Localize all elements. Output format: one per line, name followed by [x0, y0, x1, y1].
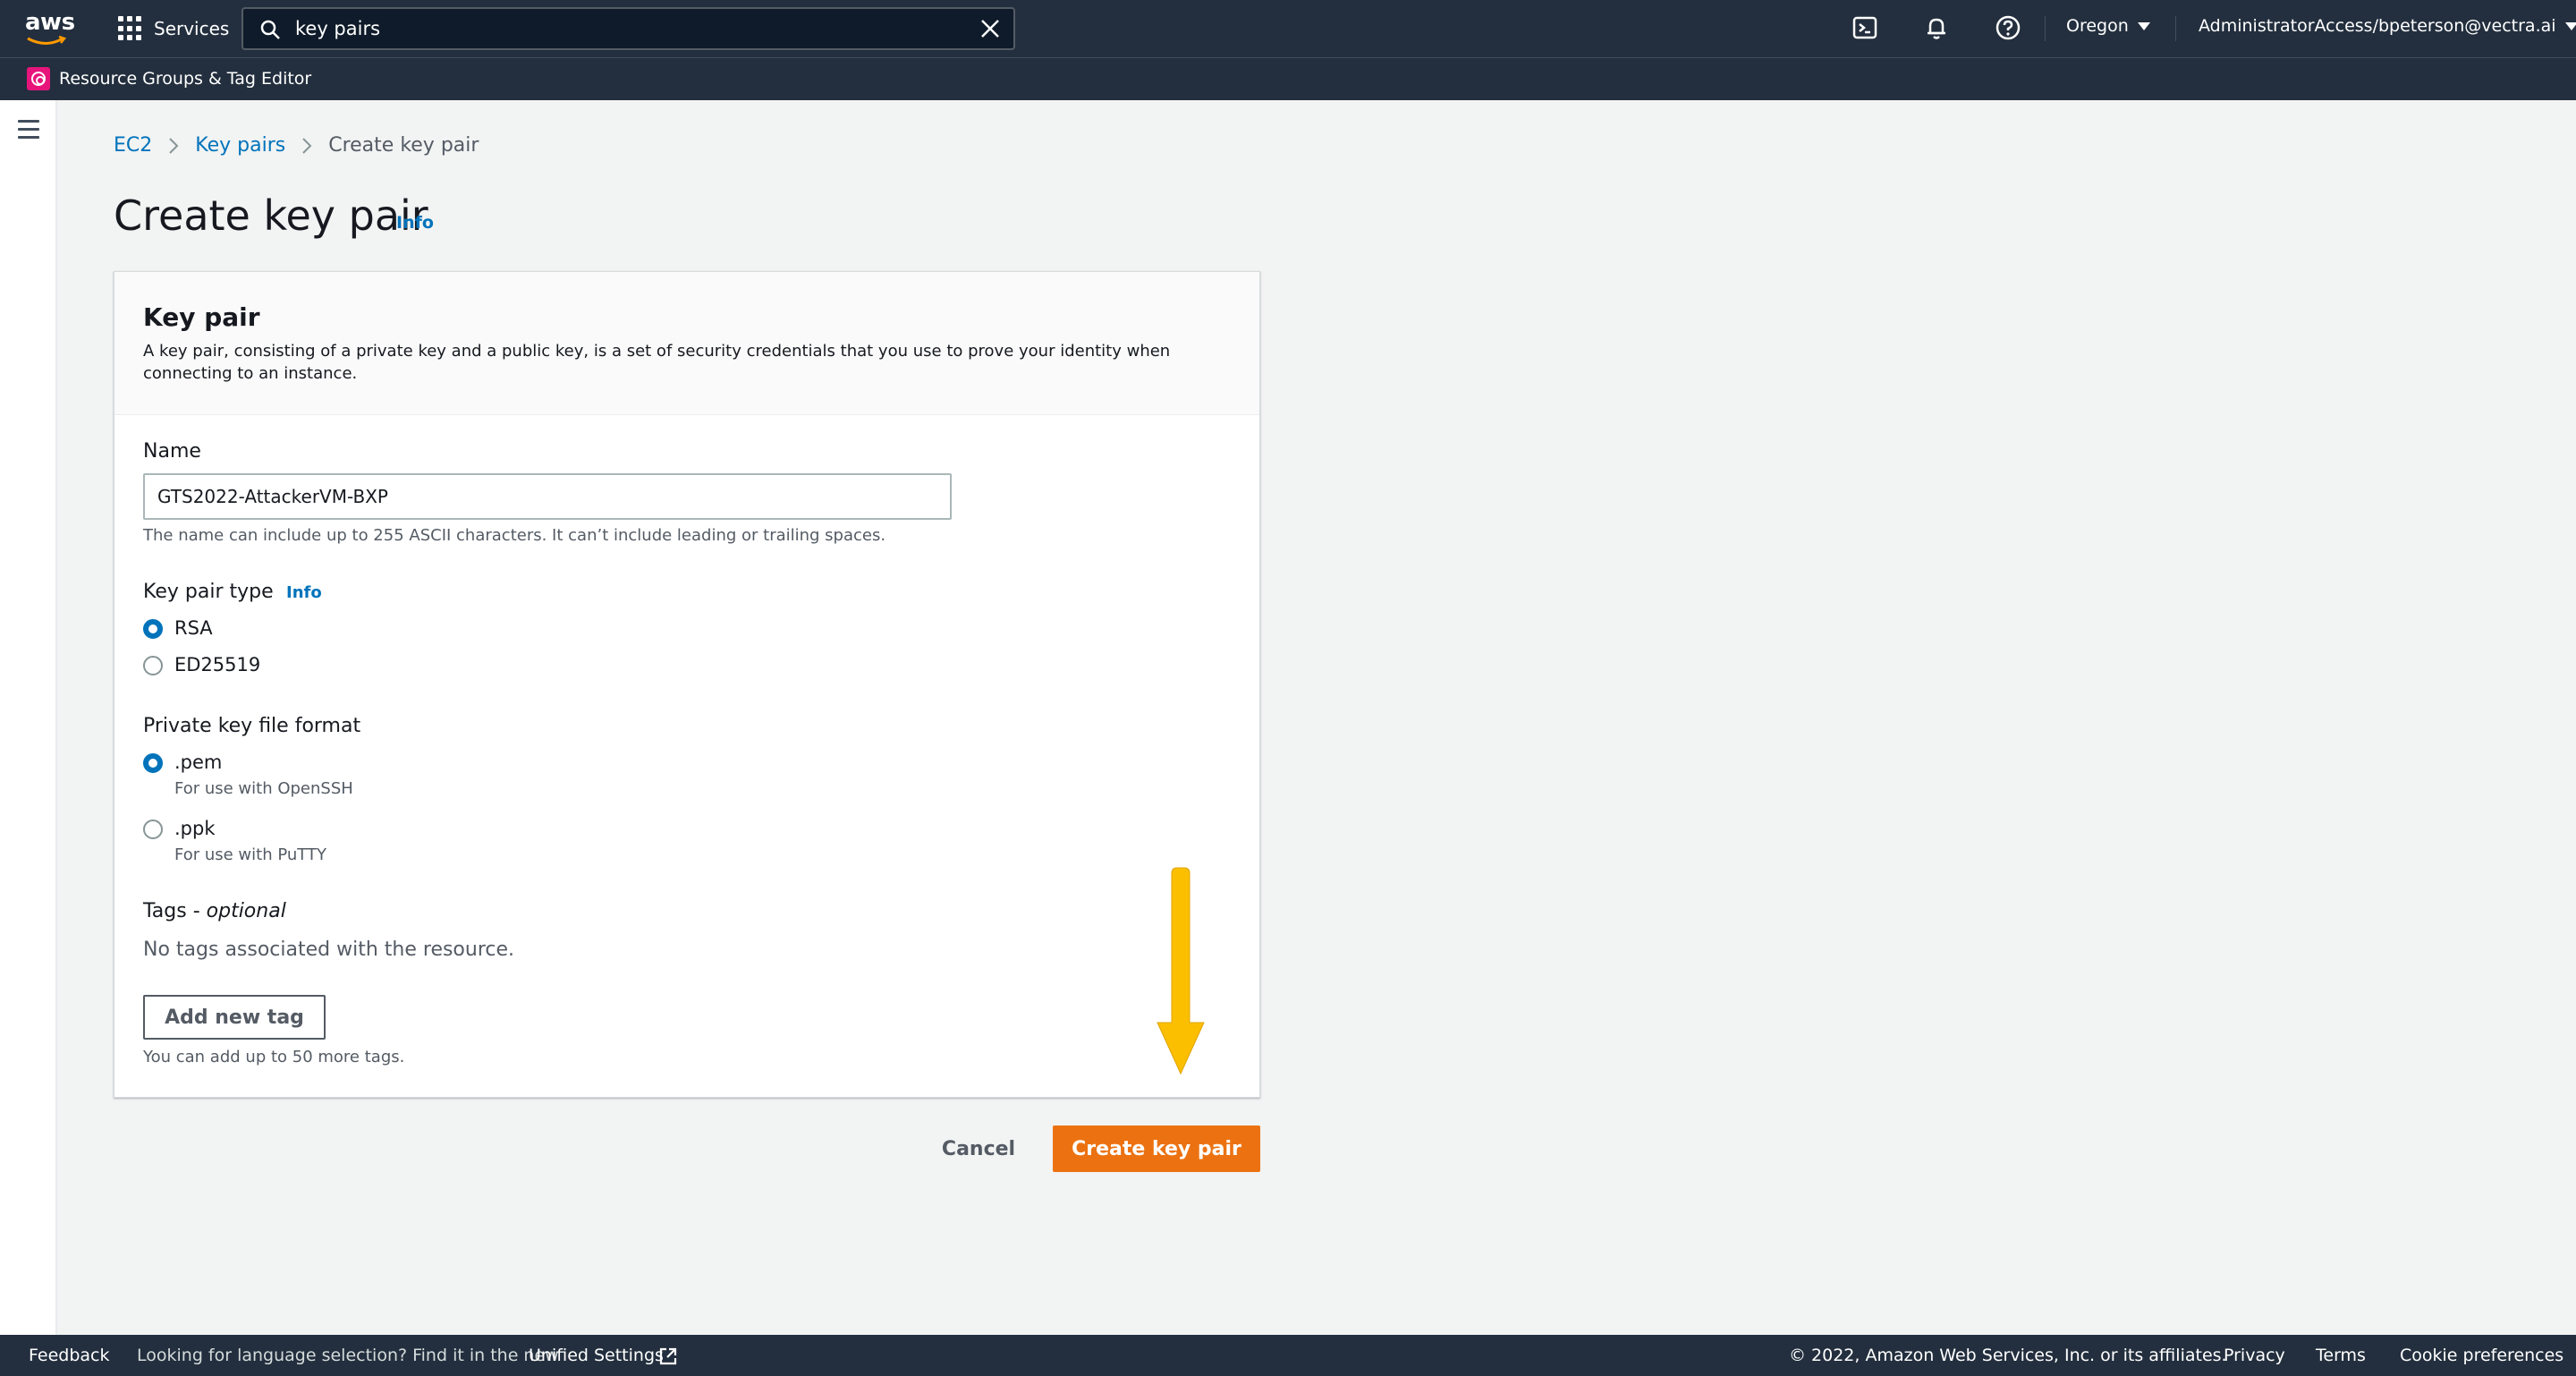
breadcrumb-key-pairs[interactable]: Key pairs — [195, 134, 285, 157]
radio-ppk-description: For use with PuTTY — [174, 845, 326, 864]
notifications-bell-icon[interactable] — [1923, 14, 1950, 41]
side-navigation-rail — [0, 100, 57, 1335]
name-label: Name — [143, 440, 201, 463]
radio-ed25519[interactable] — [143, 656, 163, 675]
services-label: Services — [154, 18, 230, 39]
key-pair-type-info-link[interactable]: Info — [286, 583, 322, 602]
radio-pem-description: For use with OpenSSH — [174, 779, 353, 798]
radio-rsa-label: RSA — [174, 617, 213, 639]
privacy-link[interactable]: Privacy — [2224, 1346, 2285, 1365]
aws-logo[interactable]: aws — [25, 9, 75, 45]
services-menu-button[interactable]: Services — [118, 13, 229, 45]
feedback-link[interactable]: Feedback — [29, 1346, 109, 1365]
resource-groups-link[interactable]: Resource Groups & Tag Editor — [27, 67, 311, 90]
key-pair-type-label: Key pair type — [143, 581, 274, 603]
breadcrumb-current: Create key pair — [328, 134, 479, 157]
private-key-format-label: Private key file format — [143, 715, 361, 737]
external-link-icon — [659, 1347, 677, 1365]
radio-pem[interactable] — [143, 753, 163, 773]
radio-rsa[interactable] — [143, 619, 163, 639]
grid-icon — [118, 16, 143, 41]
search-icon — [260, 20, 280, 39]
name-hint: The name can include up to 255 ASCII cha… — [143, 526, 886, 545]
aws-smile-icon — [27, 36, 66, 45]
region-selector[interactable]: Oregon — [2066, 16, 2150, 36]
chevron-down-icon — [2564, 21, 2576, 30]
tags-label: Tags - optional — [143, 900, 286, 922]
search-input[interactable] — [293, 13, 946, 45]
cancel-button[interactable]: Cancel — [930, 1125, 1027, 1172]
panel-title: Key pair — [143, 302, 260, 332]
tags-empty-text: No tags associated with the resource. — [143, 939, 515, 961]
chevron-down-icon — [2137, 21, 2150, 30]
region-label: Oregon — [2066, 16, 2129, 36]
resource-groups-label: Resource Groups & Tag Editor — [59, 69, 312, 89]
page-title: Create key pair — [114, 191, 428, 240]
language-hint-text: Looking for language selection? Find it … — [137, 1346, 559, 1365]
key-pair-name-input[interactable] — [143, 473, 952, 520]
tags-optional-text: optional — [206, 900, 286, 922]
radio-ed25519-label: ED25519 — [174, 654, 261, 675]
unified-settings-link[interactable]: Unified Settings — [529, 1346, 664, 1365]
favorites-bar: Resource Groups & Tag Editor — [0, 57, 2576, 100]
panel-description: A key pair, consisting of a private key … — [143, 342, 1171, 383]
radio-ppk[interactable] — [143, 820, 163, 839]
resource-groups-icon — [27, 67, 50, 90]
radio-ppk-label: .ppk — [174, 818, 216, 839]
breadcrumb-ec2[interactable]: EC2 — [114, 134, 152, 157]
tags-hint: You can add up to 50 more tags. — [143, 1048, 405, 1066]
terms-link[interactable]: Terms — [2316, 1346, 2366, 1365]
annotation-arrow-icon — [1157, 867, 1205, 1075]
copyright-text: © 2022, Amazon Web Services, Inc. or its… — [1789, 1346, 2227, 1365]
radio-pem-label: .pem — [174, 752, 223, 773]
divider — [2045, 16, 2046, 41]
account-menu[interactable]: AdministratorAccess/bpeterson@vectra.ai — [2199, 16, 2576, 36]
help-icon[interactable] — [1995, 14, 2021, 41]
search-box — [242, 7, 1015, 50]
cloudshell-icon[interactable] — [1852, 14, 1878, 41]
footer: Feedback Looking for language selection?… — [0, 1335, 2576, 1376]
aws-logo-text: aws — [25, 9, 75, 36]
page-info-link[interactable]: Info — [396, 213, 434, 233]
chevron-right-icon — [302, 137, 312, 154]
account-label: AdministratorAccess/bpeterson@vectra.ai — [2199, 16, 2556, 36]
panel-header: Key pair A key pair, consisting of a pri… — [114, 272, 1259, 415]
cookie-preferences-link[interactable]: Cookie preferences — [2400, 1346, 2563, 1365]
breadcrumb: EC2 Key pairs Create key pair — [114, 134, 479, 157]
tags-label-text: Tags - — [143, 900, 200, 922]
key-pair-panel: Key pair A key pair, consisting of a pri… — [114, 271, 1260, 1098]
menu-icon[interactable] — [18, 120, 39, 144]
divider — [2175, 16, 2176, 41]
chevron-right-icon — [169, 137, 179, 154]
add-new-tag-button[interactable]: Add new tag — [143, 995, 326, 1040]
create-key-pair-button[interactable]: Create key pair — [1053, 1125, 1260, 1172]
top-navigation: aws Services key pairs Oregon Administra… — [0, 0, 2576, 57]
clear-search-icon[interactable] — [979, 18, 1001, 39]
